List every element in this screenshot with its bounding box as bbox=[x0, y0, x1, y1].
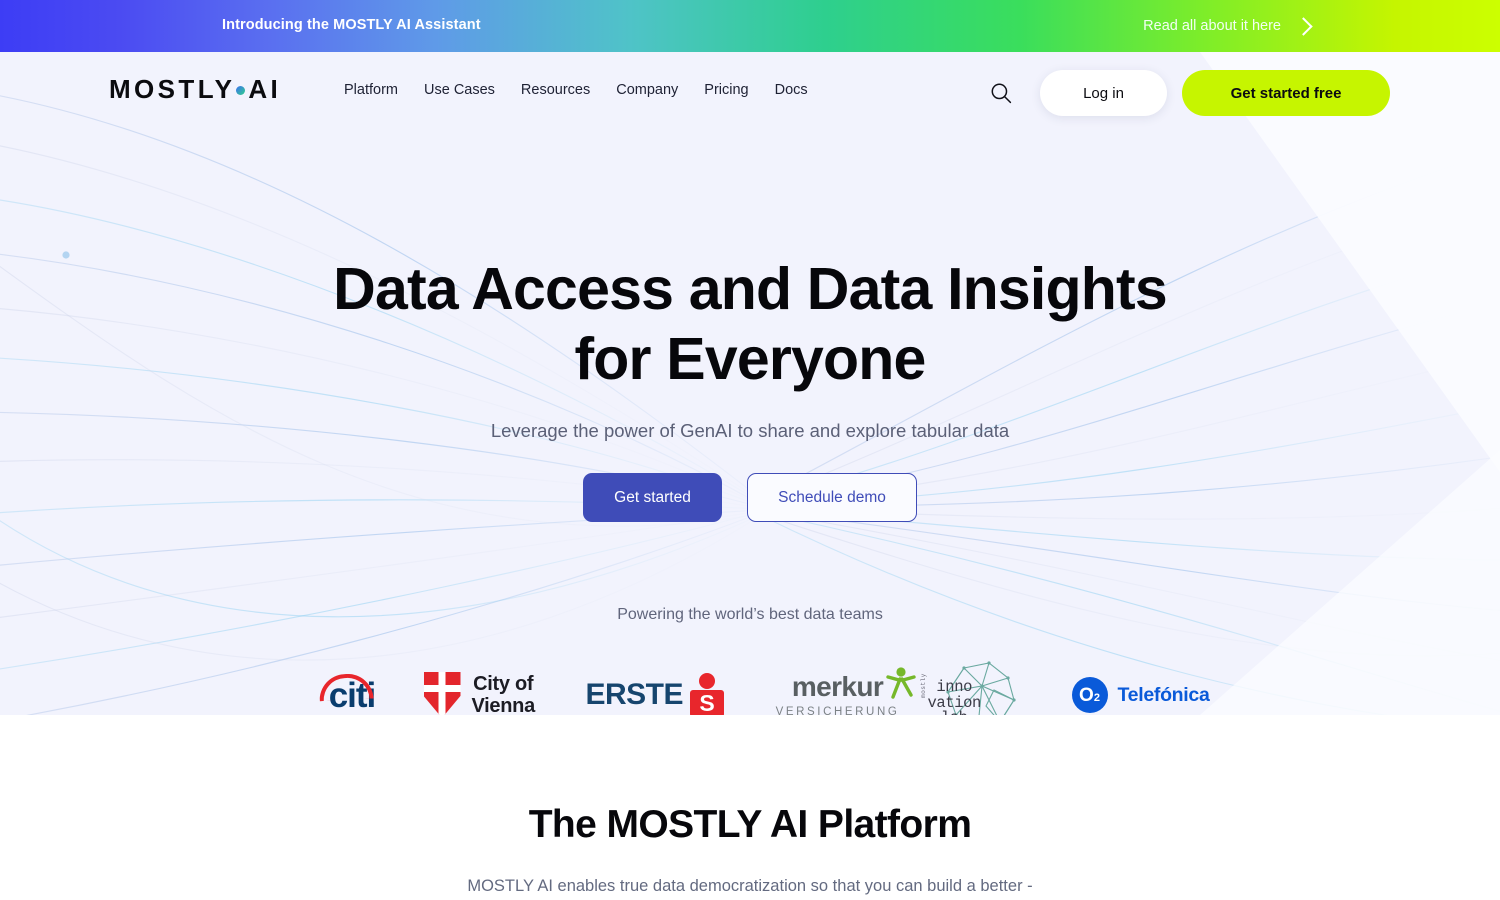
erste-sparkasse-icon: S bbox=[689, 673, 725, 715]
logo-innovation-lab: mostly inno vation lab bbox=[919, 660, 1072, 715]
telefonica-wordmark: Telefónica bbox=[1117, 683, 1210, 706]
merkur-tagline: VERSICHERUNG bbox=[775, 705, 900, 716]
announcement-cta-label: Read all about it here bbox=[1143, 18, 1281, 34]
search-button[interactable] bbox=[980, 72, 1022, 114]
announcement-title: Introducing the MOSTLY AI Assistant bbox=[222, 17, 481, 33]
erste-dot-icon bbox=[699, 673, 716, 689]
schedule-demo-button[interactable]: Schedule demo bbox=[747, 473, 917, 522]
platform-section-title: The MOSTLY AI Platform bbox=[528, 803, 972, 846]
vienna-wordmark: City of Vienna bbox=[471, 673, 536, 715]
nav-actions: Log in Get started free bbox=[980, 70, 1390, 116]
hero-title-line-1: Data Access and Data Insights bbox=[333, 256, 1167, 322]
logo-text-right: AI bbox=[248, 74, 282, 104]
get-started-free-button[interactable]: Get started free bbox=[1182, 70, 1390, 116]
innovation-lab-wordmark: inno vation lab bbox=[928, 679, 982, 715]
innovation-lab-vertical-text: mostly bbox=[919, 673, 927, 698]
merkur-figure-icon bbox=[885, 666, 916, 699]
hero-content: Data Access and Data Insights for Everyo… bbox=[0, 254, 1500, 715]
login-button[interactable]: Log in bbox=[1040, 70, 1167, 116]
platform-section-subtitle: MOSTLY AI enables true data democratizat… bbox=[467, 877, 1033, 895]
logo-text-left: MOSTLY bbox=[109, 74, 236, 104]
erste-wordmark: ERSTE bbox=[585, 678, 684, 711]
o2-badge-icon: O2 bbox=[1071, 677, 1108, 713]
nav-item-use-cases[interactable]: Use Cases bbox=[424, 82, 495, 98]
hero-section: MOSTLY AI Platform Use Cases Resources C… bbox=[0, 52, 1500, 715]
get-started-button[interactable]: Get started bbox=[583, 473, 722, 522]
nav-item-platform[interactable]: Platform bbox=[344, 82, 398, 98]
hero-title-line-2: for Everyone bbox=[574, 326, 926, 392]
nav-links: Platform Use Cases Resources Company Pri… bbox=[344, 82, 808, 98]
social-proof-label: Powering the world’s best data teams bbox=[617, 606, 883, 623]
o2-letter: O bbox=[1079, 685, 1094, 706]
logo-citi: citi bbox=[281, 660, 424, 715]
announcement-cta-link[interactable]: Read all about it here bbox=[1143, 17, 1313, 36]
innolab-line-3: lab bbox=[941, 709, 968, 715]
hero-actions: Get started Schedule demo bbox=[0, 473, 1500, 522]
hero-subtitle: Leverage the power of GenAI to share and… bbox=[490, 420, 1010, 441]
main-navigation: MOSTLY AI Platform Use Cases Resources C… bbox=[0, 52, 1500, 132]
gradient-dot-icon bbox=[236, 85, 246, 95]
vienna-line-1: City of bbox=[473, 673, 534, 695]
nav-item-resources[interactable]: Resources bbox=[521, 82, 590, 98]
logo-merkur: merkur VERSICHERUNG bbox=[754, 660, 922, 715]
erste-s-glyph: S bbox=[690, 690, 725, 715]
logo-city-of-vienna: City of Vienna bbox=[423, 660, 586, 715]
logo-mostly-ai[interactable]: MOSTLY AI bbox=[109, 76, 281, 102]
nav-item-docs[interactable]: Docs bbox=[775, 82, 808, 98]
announcement-banner[interactable]: Introducing the MOSTLY AI Assistant Read… bbox=[0, 0, 1500, 52]
nav-item-company[interactable]: Company bbox=[616, 82, 678, 98]
vienna-shield-icon bbox=[423, 672, 461, 715]
page-title: Data Access and Data Insights for Everyo… bbox=[0, 254, 1500, 394]
search-icon bbox=[991, 83, 1012, 104]
nav-item-pricing[interactable]: Pricing bbox=[704, 82, 748, 98]
logo-o2-telefonica: O2 Telefónica bbox=[1071, 660, 1220, 715]
logo-erste: ERSTE S bbox=[586, 660, 754, 715]
o2-subscript: 2 bbox=[1093, 692, 1100, 704]
client-logo-row: citi City of Vienna ERSTE S merkur VERSI… bbox=[0, 660, 1500, 715]
vienna-line-2: Vienna bbox=[471, 695, 536, 715]
chevron-right-icon bbox=[1294, 17, 1313, 36]
platform-section: The MOSTLY AI Platform MOSTLY AI enables… bbox=[0, 715, 1500, 900]
